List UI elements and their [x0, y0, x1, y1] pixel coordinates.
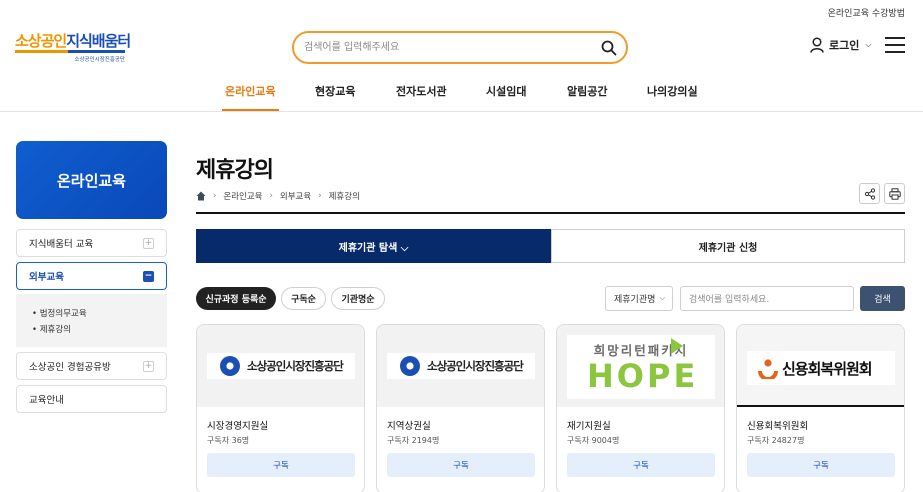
partner-name: 신용회복위원회 — [747, 421, 809, 432]
tab-partner-apply[interactable]: 제휴기관 신청 — [551, 229, 905, 263]
site-logo[interactable]: 소상공인지식배움터 소상공인시장진흥공단 — [15, 32, 131, 63]
keyword-input[interactable] — [689, 288, 849, 312]
partner-name: 재기지원실 — [567, 421, 611, 432]
subscribe-button[interactable]: 구독 — [387, 453, 535, 477]
share-button[interactable] — [859, 183, 880, 204]
semas-logo: 소상공인시장진흥공단 — [207, 353, 355, 379]
how-to-study-link[interactable]: 온라인교육 수강방법 — [828, 6, 905, 19]
submenu-item-partner[interactable]: • 제휴강의 — [32, 322, 167, 338]
flag-icon — [671, 338, 683, 354]
nav-my-classroom[interactable]: 나의강의실 — [647, 83, 698, 99]
partner-thumbnail: 소상공인시장진흥공단 — [197, 325, 364, 407]
partner-thumbnail: 희망리턴패키지 HOPE — [557, 325, 724, 407]
logo-text: 소상공인지식배움터 — [15, 32, 131, 50]
chevron-down-icon: ⌵ — [865, 40, 872, 49]
breadcrumb: › 온라인교육 › 외부교육 › 제휴강의 — [196, 190, 360, 202]
title-divider — [196, 212, 905, 214]
search-field-select[interactable]: 제휴기관명 ⌵ — [605, 286, 673, 311]
plus-icon: + — [143, 238, 154, 249]
partner-card[interactable]: 희망리턴패키지 HOPE 재기지원실 구독자 9004명 구독 — [556, 324, 725, 492]
plus-icon: + — [143, 361, 154, 372]
search-field-value: 제휴기관명 — [614, 295, 656, 305]
global-search-input[interactable] — [304, 33, 594, 62]
nav-online-education[interactable]: 온라인교육 — [222, 83, 279, 111]
logo-subtitle: 소상공인시장진흥공단 — [74, 57, 125, 63]
semas-logo: 소상공인시장진흥공단 — [387, 353, 535, 379]
search-icon[interactable] — [601, 40, 617, 56]
semas-emblem-icon — [400, 356, 420, 376]
nav-facility-rental[interactable]: 시설임대 — [486, 83, 526, 99]
breadcrumb-item[interactable]: 외부교육 — [280, 190, 311, 202]
subscribe-button[interactable]: 구독 — [567, 453, 715, 477]
submenu-item-legal[interactable]: • 법정의무교육 — [32, 306, 167, 322]
main-nav: 온라인교육 현장교육 전자도서관 시설임대 알림공간 나의강의실 — [0, 70, 923, 112]
search-button[interactable]: 검색 — [860, 286, 905, 311]
breadcrumb-item[interactable]: 온라인교육 — [223, 190, 262, 202]
partner-name: 지역상권실 — [387, 421, 431, 432]
sort-subscribers-button[interactable]: 구독순 — [281, 287, 326, 310]
sidebar-item-label: 교육안내 — [29, 395, 64, 406]
nav-field-education[interactable]: 현장교육 — [315, 83, 355, 99]
sidebar-item-external[interactable]: 외부교육 − — [16, 262, 167, 290]
minus-icon: − — [143, 271, 154, 282]
nav-e-library[interactable]: 전자도서관 — [396, 83, 447, 99]
credit-committee-logo: 신용회복위원회 — [747, 351, 895, 385]
login-button[interactable]: 로그인 ⌵ — [810, 37, 871, 53]
semas-emblem-icon — [220, 356, 240, 376]
partner-card[interactable]: 소상공인시장진흥공단 지역상권실 구독자 2194명 구독 — [376, 324, 545, 492]
sidebar-title: 온라인교육 — [16, 141, 167, 219]
subscriber-count: 구독자 24827명 — [747, 436, 805, 445]
page-title: 제휴강의 — [196, 158, 274, 183]
nav-notice[interactable]: 알림공간 — [567, 83, 607, 99]
sidebar-item-guide[interactable]: 교육안내 — [16, 385, 167, 413]
sort-name-button[interactable]: 기관명순 — [331, 287, 385, 310]
partner-card[interactable]: 신용회복위원회 신용회복위원회 구독자 24827명 구독 — [736, 324, 905, 492]
sidebar-item-label: 외부교육 — [29, 272, 64, 283]
keyword-field — [680, 286, 854, 312]
sidebar-item-experience[interactable]: 소상공인 경험공유방 + — [16, 352, 167, 380]
sort-newest-button[interactable]: 신규과정 등록순 — [196, 287, 276, 310]
print-icon — [889, 188, 901, 200]
partner-thumbnail: 소상공인시장진흥공단 — [377, 325, 544, 407]
sidebar-item-label: 소상공인 경험공유방 — [29, 362, 111, 373]
credit-emblem-icon — [758, 359, 778, 379]
subscriber-count: 구독자 36명 — [207, 436, 250, 445]
chevron-down-icon: ⌵ — [659, 294, 665, 302]
share-icon — [864, 188, 876, 200]
subscribe-button[interactable]: 구독 — [747, 453, 895, 477]
subscriber-count: 구독자 9004명 — [567, 436, 620, 445]
subscriber-count: 구독자 2194명 — [387, 436, 440, 445]
home-icon[interactable] — [196, 191, 206, 201]
partner-name: 시장경영지원실 — [207, 421, 269, 432]
menu-icon[interactable] — [885, 37, 905, 53]
logo-underline — [15, 50, 125, 53]
sidebar-item-label: 지식배움터 교육 — [29, 239, 94, 250]
print-button[interactable] — [884, 183, 905, 204]
tab-partner-explore[interactable]: 제휴기관 탐색 ⌵ — [196, 229, 551, 263]
partner-thumbnail: 신용회복위원회 — [737, 325, 904, 407]
hope-logo: 희망리턴패키지 HOPE — [567, 335, 715, 399]
global-search — [292, 31, 628, 64]
login-label: 로그인 — [829, 39, 860, 52]
breadcrumb-item: 제휴강의 — [328, 192, 360, 202]
partner-card[interactable]: 소상공인시장진흥공단 시장경영지원실 구독자 36명 구독 — [196, 324, 365, 492]
subscribe-button[interactable]: 구독 — [207, 453, 355, 477]
sidebar-item-knowledge[interactable]: 지식배움터 교육 + — [16, 229, 167, 257]
sidebar-submenu: • 법정의무교육 • 제휴강의 — [16, 294, 167, 347]
user-icon — [810, 37, 824, 53]
